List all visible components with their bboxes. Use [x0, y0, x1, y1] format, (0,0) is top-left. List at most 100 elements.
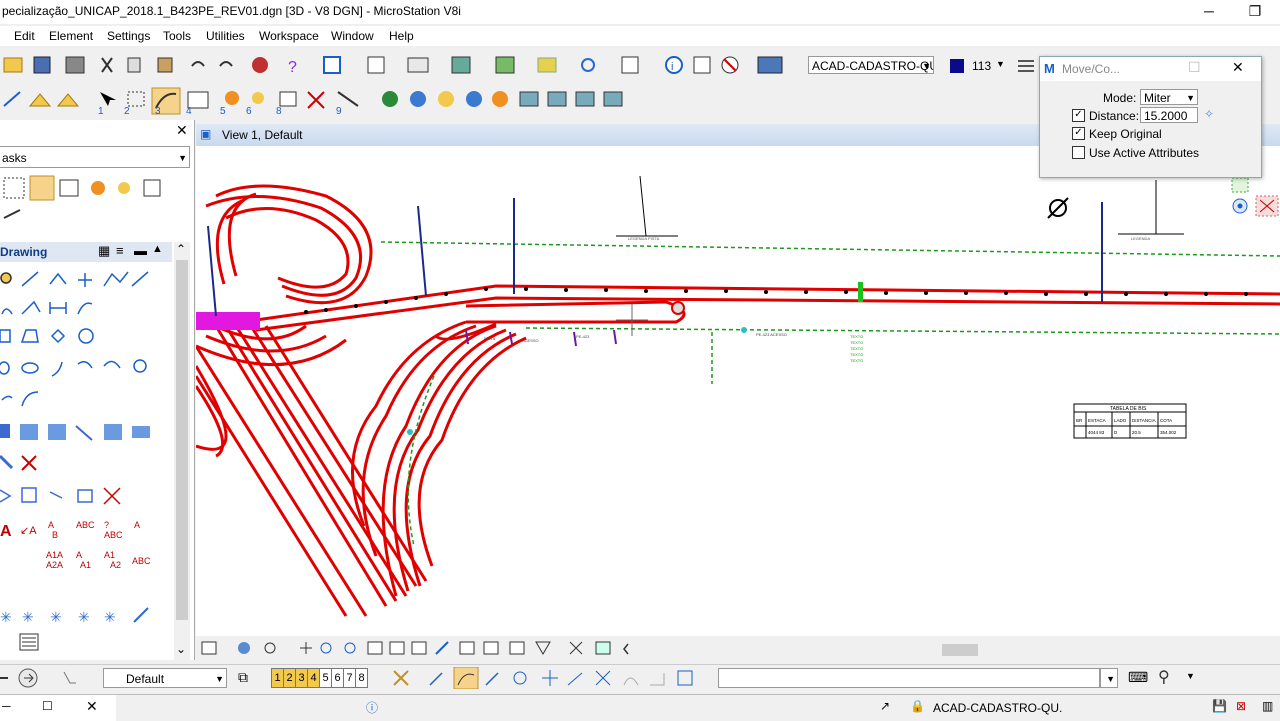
svg-text:PE-423: PE-423 [576, 334, 590, 339]
list-view-icon[interactable]: ≡ [116, 243, 124, 258]
mode-select[interactable]: Miter ▼ [1140, 89, 1198, 105]
lock-icon[interactable]: 🔒 [910, 699, 925, 713]
view-group-combo[interactable]: Default ▼ [103, 668, 227, 688]
close-icon[interactable]: ✕ [176, 122, 188, 139]
svg-text:TEXTO: TEXTO [850, 352, 863, 357]
svg-text:3: 3 [155, 106, 161, 116]
panel-icon[interactable]: ▥ [1262, 699, 1273, 713]
view-control-icons [201, 641, 629, 655]
menu-utilities[interactable]: Utilities [206, 29, 245, 43]
svg-text:1: 1 [98, 106, 104, 116]
menu-workspace[interactable]: Workspace [259, 29, 319, 43]
view-h-scroll-thumb[interactable] [942, 644, 978, 656]
distance-input[interactable]: 15.2000 [1140, 107, 1198, 123]
svg-text:8: 8 [276, 106, 282, 116]
task-tools-top [3, 175, 161, 219]
distance-checkbox[interactable]: ✓ [1072, 109, 1085, 122]
snap-status-icon[interactable]: ↗ [880, 699, 890, 713]
dialog-close-icon[interactable]: ✕ [1232, 59, 1244, 76]
tabela-cell-estaca: 4044 83 [1088, 430, 1105, 435]
line-style-icon[interactable] [1016, 56, 1036, 76]
tabela-title: TABELA DE BIS [1110, 406, 1147, 412]
svg-text:TEXTO: TEXTO [850, 346, 863, 351]
menu-element[interactable]: Element [49, 29, 93, 43]
keep-original-checkbox[interactable]: ✓ [1072, 127, 1085, 140]
drawing-section-header[interactable]: Drawing ▦ ≡ ▬ ▲ [0, 242, 172, 262]
tasks-combo[interactable]: asks ▼ [0, 146, 190, 168]
dialog-title: Move/Co... [1062, 62, 1121, 76]
bottom-toolbar: Default ▼ ⧉ 1 2 3 4 5 6 7 8 ▼ ⌨ ⚲ ▼ [0, 664, 1280, 691]
svg-text:6: 6 [246, 106, 252, 116]
use-active-attributes-label: Use Active Attributes [1089, 146, 1200, 160]
svg-text:?: ? [288, 59, 297, 76]
svg-text:A1: A1 [104, 550, 115, 560]
color-dropdown-arrow[interactable]: ▼ [996, 59, 1005, 69]
svg-text:i: i [671, 61, 673, 73]
status-level: ACAD-CADASTRO-QU. [933, 701, 1063, 715]
tabela-header-distancia: DISTANCIA [1132, 418, 1156, 423]
svg-text:9: 9 [336, 106, 342, 116]
use-active-attributes-checkbox[interactable] [1072, 146, 1085, 159]
color-value: 113 [972, 59, 992, 73]
scroll-up-icon[interactable]: ⌃ [176, 242, 186, 256]
key-in-icon[interactable]: ⌨ [1128, 669, 1148, 686]
info-icon[interactable]: ⓘ [366, 699, 378, 716]
mode-label: Mode: [1103, 91, 1137, 105]
color-swatch[interactable] [950, 59, 964, 73]
minimize-icon[interactable]: ─ [2, 699, 11, 713]
save-icon[interactable]: 💾 [1212, 699, 1227, 713]
svg-text:?: ? [104, 520, 109, 530]
svg-text:ACESSO: ACESSO [522, 338, 539, 343]
minimize-button[interactable]: ─ [1186, 0, 1232, 24]
tasks-scrollbar[interactable]: ⌃ ⌄ [174, 242, 190, 660]
bottom-left-icons [0, 668, 110, 688]
restore-button[interactable]: ❐ [1232, 0, 1278, 24]
view-groups-icon[interactable]: ⧉ [238, 669, 248, 686]
menu-tools[interactable]: Tools [163, 29, 191, 43]
drawing-canvas[interactable]: LEGENDA PISTA LEGENDA TEXTO TEXTO TEXTO TE… [194, 146, 1280, 636]
toolbar-secondary-icons: 1 2 3 4 5 6 8 9 [3, 87, 623, 116]
tabela-header-cota: COTA [1160, 418, 1172, 423]
window-title: pecialização_UNICAP_2018.1_B423PE_REV01.… [2, 4, 461, 18]
prompt-dropdown[interactable]: ▼ [1100, 668, 1118, 688]
menu-settings[interactable]: Settings [107, 29, 150, 43]
svg-text:A: A [48, 520, 54, 530]
tabela-cell-distancia: 20.5 [1132, 430, 1141, 435]
tasks-scroll-thumb[interactable] [176, 260, 188, 620]
title-bar: pecialização_UNICAP_2018.1_B423PE_REV01.… [0, 0, 1280, 24]
svg-text:ABC: ABC [76, 520, 95, 530]
detail-view-icon[interactable]: ▬ [134, 243, 147, 258]
svg-text:ABC: ABC [132, 556, 151, 566]
svg-text:TEXTO: TEXTO [850, 358, 863, 363]
tabela-cell-cota: 354.002 [1160, 430, 1177, 435]
menu-bar: Edit Element Settings Tools Utilities Wo… [0, 26, 1280, 46]
pick-distance-icon[interactable]: ✧ [1204, 107, 1214, 121]
distance-label: Distance: [1089, 109, 1140, 123]
tasks-combo-value: asks [2, 151, 27, 165]
chevron-down-icon[interactable]: ▼ [1186, 671, 1195, 681]
prompt-input[interactable] [718, 668, 1100, 688]
svg-text:LEGENDA: LEGENDA [1131, 236, 1150, 241]
dialog-maximize-icon[interactable]: ☐ [1188, 59, 1201, 76]
view-8-button[interactable]: 8 [355, 668, 368, 688]
menu-help[interactable]: Help [389, 29, 414, 43]
distance-value: 15.2000 [1144, 109, 1188, 123]
tabela-header-estaca: ESTACA [1088, 418, 1106, 423]
scroll-down-icon[interactable]: ⌄ [176, 642, 186, 656]
level-combo[interactable]: ACAD-CADASTRO-QU ▼ [808, 56, 934, 74]
keep-original-label: Keep Original [1089, 127, 1162, 141]
menu-edit[interactable]: Edit [14, 29, 35, 43]
view-icon: ▣ [200, 127, 212, 141]
restore-icon[interactable]: ☐ [42, 699, 53, 713]
svg-text:↙A: ↙A [20, 525, 37, 537]
grid-view-icon[interactable]: ▦ [98, 243, 110, 259]
menu-window[interactable]: Window [331, 29, 374, 43]
secondary-window-controls: ─ ☐ ✕ [0, 695, 116, 721]
svg-text:2: 2 [124, 106, 130, 116]
collapse-icon[interactable]: ▲ [152, 243, 163, 255]
svg-text:PISTA: PISTA [484, 336, 496, 341]
zoom-tool-icon[interactable]: ⚲ [1158, 667, 1170, 687]
move-copy-dialog: M Move/Co... ☐ ✕ Mode: Miter ▼ ✓ Distance… [1039, 56, 1262, 178]
warning-icon[interactable]: ⊠ [1236, 699, 1246, 713]
close-icon[interactable]: ✕ [86, 698, 98, 715]
